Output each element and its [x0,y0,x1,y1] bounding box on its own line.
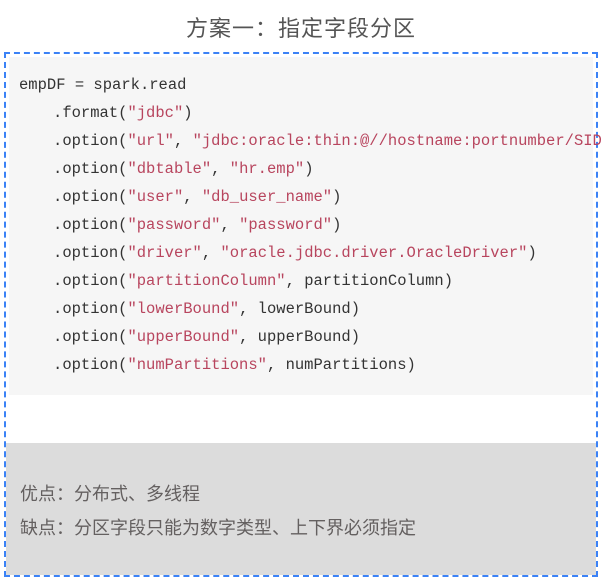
code-line: .format("jdbc") [19,99,585,127]
code-line: .option("password", "password") [19,211,585,239]
code-line: .option("driver", "oracle.jdbc.driver.Or… [19,239,585,267]
dashed-panel: empDF = spark.read .format("jdbc") .opti… [4,52,598,577]
code-line: .option("numPartitions", numPartitions) [19,351,585,379]
code-line: .option("partitionColumn", partitionColu… [19,267,585,295]
code-block: empDF = spark.read .format("jdbc") .opti… [9,57,593,395]
pros-text: 优点：分布式、多线程 [20,477,582,511]
cons-text: 缺点：分区字段只能为数字类型、上下界必须指定 [20,511,582,545]
summary-panel: 优点：分布式、多线程 缺点：分区字段只能为数字类型、上下界必须指定 [6,443,596,575]
code-line: .option("user", "db_user_name") [19,183,585,211]
code-line: .option("lowerBound", lowerBound) [19,295,585,323]
code-line: .option("dbtable", "hr.emp") [19,155,585,183]
document-container: 方案一：指定字段分区 empDF = spark.read .format("j… [0,0,602,577]
code-line: .option("upperBound", upperBound) [19,323,585,351]
code-line: empDF = spark.read [19,71,585,99]
code-line: .option("url", "jdbc:oracle:thin:@//host… [19,127,585,155]
title: 方案一：指定字段分区 [0,0,602,52]
